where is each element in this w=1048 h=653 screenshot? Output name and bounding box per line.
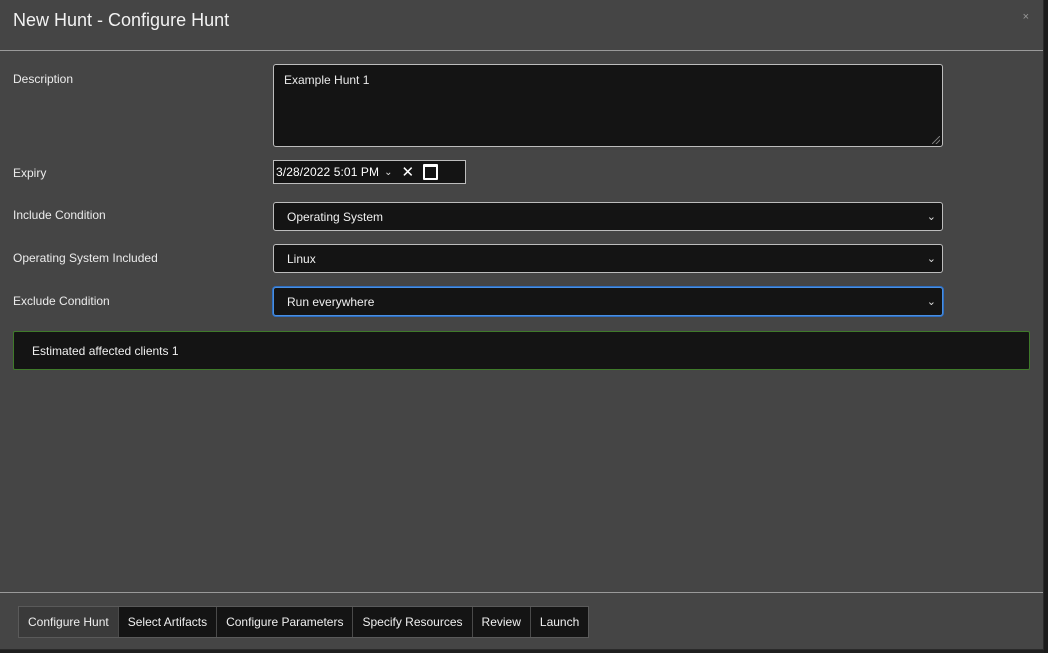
- tab-specify-resources[interactable]: Specify Resources: [353, 607, 473, 637]
- expiry-date-value[interactable]: 3/28/2022 5:01 PM: [274, 165, 379, 179]
- clear-icon[interactable]: ✕: [402, 163, 415, 181]
- close-icon[interactable]: ×: [1023, 11, 1029, 23]
- modal-header: New Hunt - Configure Hunt ×: [0, 0, 1043, 51]
- chevron-down-icon[interactable]: ⌄: [384, 167, 392, 178]
- tab-configure-parameters[interactable]: Configure Parameters: [217, 607, 354, 637]
- background-edge: [1044, 0, 1048, 653]
- estimated-clients-alert: Estimated affected clients 1: [13, 331, 1030, 370]
- chevron-down-icon: ⌄: [926, 211, 936, 223]
- exclude-condition-select[interactable]: Run everywhere ⌄: [273, 287, 943, 316]
- chevron-down-icon: ⌄: [926, 296, 936, 308]
- include-condition-value: Operating System: [287, 209, 384, 224]
- os-included-label: Operating System Included: [13, 251, 158, 265]
- include-condition-select[interactable]: Operating System ⌄: [273, 202, 943, 231]
- description-label: Description: [13, 72, 74, 86]
- exclude-condition-value: Run everywhere: [287, 294, 375, 309]
- resize-grip-icon[interactable]: [932, 136, 940, 144]
- wizard-steps: Configure Hunt Select Artifacts Configur…: [18, 606, 590, 638]
- modal-title: New Hunt - Configure Hunt: [13, 10, 230, 30]
- new-hunt-modal: New Hunt - Configure Hunt × Description …: [0, 0, 1044, 650]
- expiry-label: Expiry: [13, 166, 47, 180]
- footer-divider: [0, 592, 1043, 593]
- os-included-select[interactable]: Linux ⌄: [273, 244, 943, 273]
- calendar-icon[interactable]: [423, 164, 439, 180]
- exclude-condition-label: Exclude Condition: [13, 294, 110, 308]
- tab-launch[interactable]: Launch: [531, 607, 588, 637]
- expiry-date-picker[interactable]: 3/28/2022 5:01 PM ⌄ ✕: [273, 160, 466, 184]
- tab-configure-hunt[interactable]: Configure Hunt: [19, 607, 119, 637]
- description-textarea[interactable]: Example Hunt 1: [273, 64, 943, 147]
- description-value: Example Hunt 1: [284, 73, 370, 87]
- tab-select-artifacts[interactable]: Select Artifacts: [119, 607, 218, 637]
- tab-review[interactable]: Review: [473, 607, 531, 637]
- include-condition-label: Include Condition: [13, 208, 106, 222]
- os-included-value: Linux: [287, 251, 316, 266]
- alert-text: Estimated affected clients 1: [32, 343, 179, 358]
- chevron-down-icon: ⌄: [926, 253, 936, 265]
